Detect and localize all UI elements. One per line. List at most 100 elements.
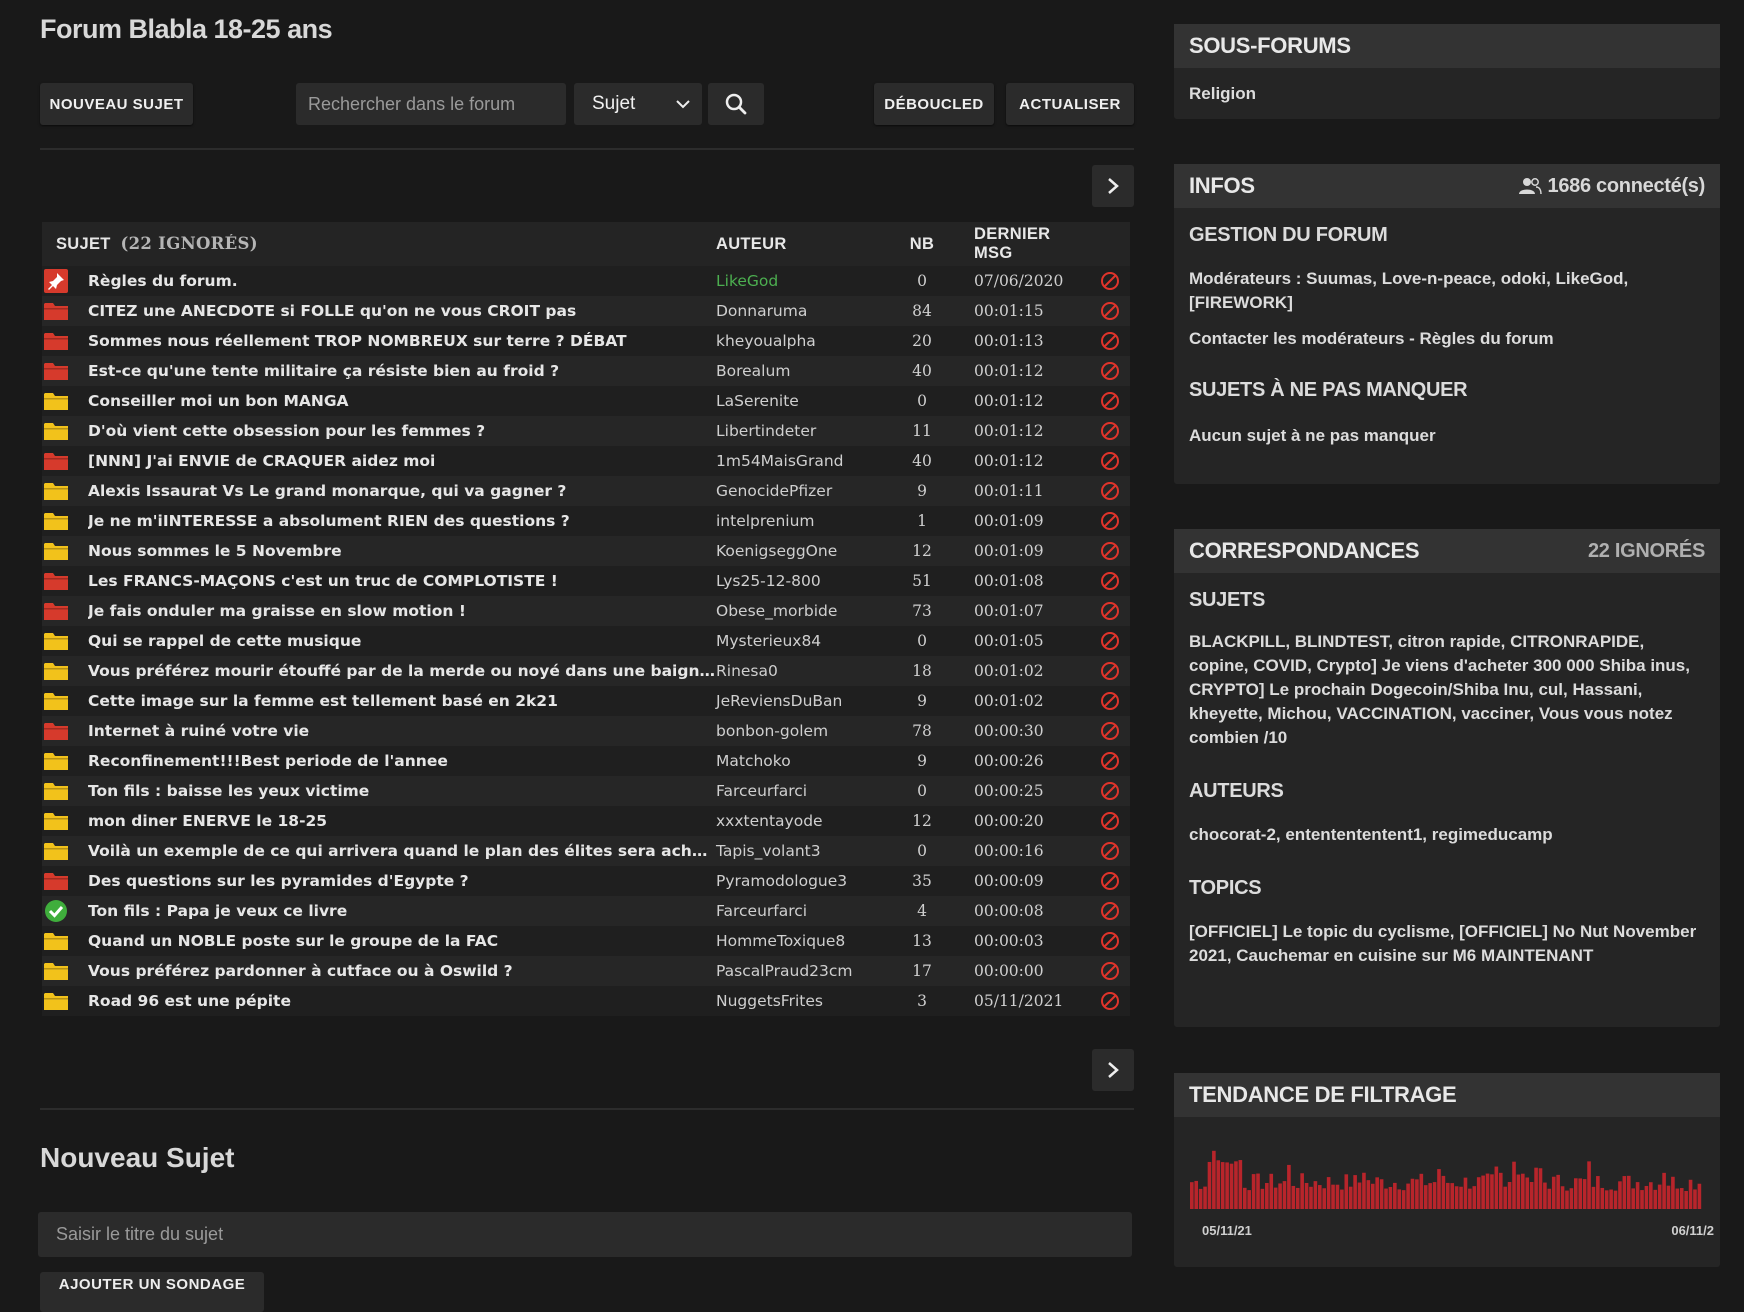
topic-subject-link[interactable]: Voilà un exemple de ce qui arrivera quan…: [88, 842, 716, 860]
ignore-topic-button[interactable]: [1090, 331, 1130, 351]
topic-author[interactable]: Farceurfarci: [716, 902, 886, 920]
topic-last-message[interactable]: 00:00:20: [958, 812, 1090, 830]
topic-last-message[interactable]: 00:00:16: [958, 842, 1090, 860]
topic-author[interactable]: KoenigseggOne: [716, 542, 886, 560]
contact-moderators-link[interactable]: Contacter les modérateurs - Règles du fo…: [1174, 315, 1720, 351]
topic-author[interactable]: GenocidePfizer: [716, 482, 886, 500]
add-poll-button[interactable]: AJOUTER UN SONDAGE: [40, 1272, 264, 1312]
ignore-topic-button[interactable]: [1090, 931, 1130, 951]
topic-subject-link[interactable]: Ton fils : Papa je veux ce livre: [88, 902, 716, 920]
table-row[interactable]: Cette image sur la femme est tellement b…: [42, 686, 1130, 716]
moderators-list[interactable]: Modérateurs : Suumas, Love-n-peace, odok…: [1174, 247, 1720, 315]
topic-last-message[interactable]: 00:00:03: [958, 932, 1090, 950]
table-row[interactable]: Sommes nous réellement TROP NOMBREUX sur…: [42, 326, 1130, 356]
topic-subject-link[interactable]: Quand un NOBLE poste sur le groupe de la…: [88, 932, 716, 950]
topic-author[interactable]: HommeToxique8: [716, 932, 886, 950]
topic-author[interactable]: Borealum: [716, 362, 886, 380]
table-row[interactable]: [NNN] J'ai ENVIE de CRAQUER aidez moi 1m5…: [42, 446, 1130, 476]
topic-subject-link[interactable]: Sommes nous réellement TROP NOMBREUX sur…: [88, 332, 716, 350]
topic-last-message[interactable]: 00:01:09: [958, 542, 1090, 560]
table-row[interactable]: Quand un NOBLE poste sur le groupe de la…: [42, 926, 1130, 956]
table-row[interactable]: Ton fils : baisse les yeux victime Farceu…: [42, 776, 1130, 806]
topic-last-message[interactable]: 05/11/2021: [958, 992, 1090, 1010]
topic-subject-link[interactable]: Alexis Issaurat Vs Le grand monarque, qu…: [88, 482, 716, 500]
topic-last-message[interactable]: 00:01:08: [958, 572, 1090, 590]
table-row[interactable]: Est-ce qu'une tente militaire ça résiste…: [42, 356, 1130, 386]
ignore-topic-button[interactable]: [1090, 391, 1130, 411]
topic-subject-link[interactable]: Road 96 est une pépite: [88, 992, 716, 1010]
topic-last-message[interactable]: 00:01:02: [958, 692, 1090, 710]
topic-subject-link[interactable]: Je fais onduler ma graisse en slow motio…: [88, 602, 716, 620]
topic-last-message[interactable]: 00:00:00: [958, 962, 1090, 980]
topic-author[interactable]: kheyoualpha: [716, 332, 886, 350]
ignore-topic-button[interactable]: [1090, 961, 1130, 981]
ignore-topic-button[interactable]: [1090, 541, 1130, 561]
new-topic-button[interactable]: NOUVEAU SUJET: [40, 83, 193, 125]
ignore-topic-button[interactable]: [1090, 631, 1130, 651]
table-row[interactable]: Nous sommes le 5 Novembre KoenigseggOne 12…: [42, 536, 1130, 566]
topic-subject-link[interactable]: Est-ce qu'une tente militaire ça résiste…: [88, 362, 716, 380]
refresh-button[interactable]: ACTUALISER: [1006, 83, 1134, 125]
topic-last-message[interactable]: 00:00:30: [958, 722, 1090, 740]
ignore-topic-button[interactable]: [1090, 301, 1130, 321]
topic-author[interactable]: bonbon-golem: [716, 722, 886, 740]
topic-author[interactable]: Tapis_volant3: [716, 842, 886, 860]
ignore-topic-button[interactable]: [1090, 271, 1130, 291]
topic-author[interactable]: PascalPraud23cm: [716, 962, 886, 980]
topic-last-message[interactable]: 00:01:12: [958, 392, 1090, 410]
subforum-item-religion[interactable]: Religion: [1174, 68, 1720, 106]
topic-author[interactable]: Rinesa0: [716, 662, 886, 680]
topic-author[interactable]: Mysterieux84: [716, 632, 886, 650]
matches-ignored-count[interactable]: 22 IGNORÉS: [1588, 540, 1705, 563]
table-row[interactable]: Alexis Issaurat Vs Le grand monarque, qu…: [42, 476, 1130, 506]
table-row[interactable]: Les FRANCS-MAÇONS c'est un truc de COMPL…: [42, 566, 1130, 596]
topic-last-message[interactable]: 00:01:09: [958, 512, 1090, 530]
ignore-topic-button[interactable]: [1090, 751, 1130, 771]
ignore-topic-button[interactable]: [1090, 451, 1130, 471]
ignore-topic-button[interactable]: [1090, 571, 1130, 591]
topic-last-message[interactable]: 00:01:05: [958, 632, 1090, 650]
topic-last-message[interactable]: 00:01:07: [958, 602, 1090, 620]
ignore-topic-button[interactable]: [1090, 511, 1130, 531]
table-row[interactable]: Voilà un exemple de ce qui arrivera quan…: [42, 836, 1130, 866]
ignore-topic-button[interactable]: [1090, 421, 1130, 441]
topic-author[interactable]: 1m54MaisGrand: [716, 452, 886, 470]
topic-last-message[interactable]: 00:00:25: [958, 782, 1090, 800]
table-row[interactable]: Vous préférez mourir étouffé par de la m…: [42, 656, 1130, 686]
ignore-topic-button[interactable]: [1090, 871, 1130, 891]
topic-last-message[interactable]: 07/06/2020: [958, 272, 1090, 290]
topic-title-input[interactable]: [38, 1212, 1132, 1257]
topic-subject-link[interactable]: [NNN] J'ai ENVIE de CRAQUER aidez moi: [88, 452, 716, 470]
ignore-topic-button[interactable]: [1090, 481, 1130, 501]
topic-subject-link[interactable]: Reconfinement!!!Best periode de l'annee: [88, 752, 716, 770]
table-row[interactable]: CITEZ une ANECDOTE si FOLLE qu'on ne vou…: [42, 296, 1130, 326]
table-row[interactable]: Des questions sur les pyramides d'Egypte…: [42, 866, 1130, 896]
topic-subject-link[interactable]: Conseiller moi un bon MANGA: [88, 392, 716, 410]
topic-last-message[interactable]: 00:01:12: [958, 362, 1090, 380]
ignore-topic-button[interactable]: [1090, 991, 1130, 1011]
ignore-topic-button[interactable]: [1090, 661, 1130, 681]
topic-author[interactable]: Lys25-12-800: [716, 572, 886, 590]
table-row[interactable]: Internet à ruiné votre vie bonbon-golem 78…: [42, 716, 1130, 746]
table-row[interactable]: Je fais onduler ma graisse en slow motio…: [42, 596, 1130, 626]
table-row[interactable]: Road 96 est une pépite NuggetsFrites 3 05/1…: [42, 986, 1130, 1016]
topic-subject-link[interactable]: Ton fils : baisse les yeux victime: [88, 782, 716, 800]
deboucled-button[interactable]: DÉBOUCLED: [874, 83, 994, 125]
topic-last-message[interactable]: 00:01:12: [958, 422, 1090, 440]
table-row[interactable]: Qui se rappel de cette musique Mysterieux…: [42, 626, 1130, 656]
ignore-topic-button[interactable]: [1090, 811, 1130, 831]
table-row[interactable]: Je ne m'iINTERESSE a absolument RIEN des…: [42, 506, 1130, 536]
table-row[interactable]: D'où vient cette obsession pour les femm…: [42, 416, 1130, 446]
table-row[interactable]: Conseiller moi un bon MANGA LaSerenite 0 00…: [42, 386, 1130, 416]
topic-author[interactable]: Pyramodologue3: [716, 872, 886, 890]
topic-author[interactable]: Donnaruma: [716, 302, 886, 320]
topic-subject-link[interactable]: Des questions sur les pyramides d'Egypte…: [88, 872, 716, 890]
next-page-button[interactable]: [1092, 165, 1134, 207]
topic-last-message[interactable]: 00:01:13: [958, 332, 1090, 350]
table-row[interactable]: mon diner ENERVE le 18-25 xxxtentayode 12 0…: [42, 806, 1130, 836]
ignore-topic-button[interactable]: [1090, 721, 1130, 741]
table-row[interactable]: Reconfinement!!!Best periode de l'annee M…: [42, 746, 1130, 776]
ignore-topic-button[interactable]: [1090, 601, 1130, 621]
topic-author[interactable]: LikeGod: [716, 272, 886, 290]
topic-subject-link[interactable]: Nous sommes le 5 Novembre: [88, 542, 716, 560]
